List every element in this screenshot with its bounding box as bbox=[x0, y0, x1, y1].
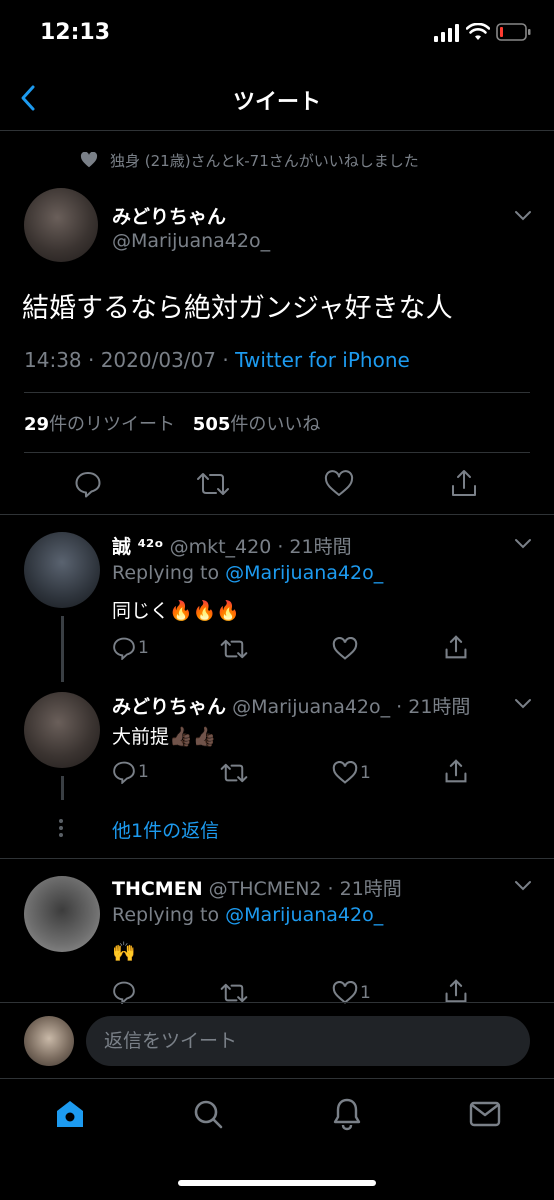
replying-to-link[interactable]: @Marijuana42o_ bbox=[225, 904, 383, 926]
reply-input[interactable] bbox=[86, 1016, 530, 1066]
thread-divider bbox=[0, 858, 554, 859]
reply-author-handle[interactable]: @THCMEN2 · 21時間 bbox=[209, 878, 402, 900]
header-divider bbox=[0, 130, 554, 131]
like-stat[interactable]: 505件のいいね bbox=[193, 414, 321, 435]
reply-button[interactable]: 1 bbox=[112, 636, 149, 660]
messages-icon[interactable] bbox=[469, 1100, 501, 1128]
page-title: ツイート bbox=[232, 90, 321, 115]
tabbar-divider bbox=[0, 1078, 554, 1079]
reply-author-handle[interactable]: @mkt_420 · 21時間 bbox=[170, 536, 352, 558]
share-button[interactable] bbox=[444, 758, 468, 784]
replying-to: Replying to @Marijuana42o_ bbox=[112, 562, 384, 584]
author-name[interactable]: みどりちゃん bbox=[112, 202, 226, 229]
tweet-stats: 29件のリツイート 505件のいいね bbox=[24, 410, 320, 436]
reply-header: THCMEN @THCMEN2 · 21時間 bbox=[112, 874, 402, 901]
like-icon[interactable] bbox=[324, 470, 354, 498]
more-dots-icon bbox=[58, 818, 64, 838]
avatar[interactable] bbox=[24, 188, 98, 262]
compose-divider bbox=[0, 1002, 554, 1003]
reply-icon[interactable] bbox=[74, 470, 102, 498]
reply-button[interactable] bbox=[112, 980, 136, 1004]
tweet-meta: 14:38 · 2020/03/07 · Twitter for iPhone bbox=[24, 348, 410, 372]
actions-divider bbox=[0, 514, 554, 515]
avatar[interactable] bbox=[24, 692, 100, 768]
tweet-source[interactable]: Twitter for iPhone bbox=[235, 348, 410, 372]
chevron-down-icon[interactable] bbox=[514, 538, 532, 550]
replying-to-link[interactable]: @Marijuana42o_ bbox=[225, 562, 383, 584]
reply-author-name[interactable]: THCMEN bbox=[112, 878, 203, 900]
notifications-icon[interactable] bbox=[331, 1097, 363, 1131]
chevron-down-icon[interactable] bbox=[514, 880, 532, 892]
reply-button[interactable]: 1 bbox=[112, 760, 149, 784]
stats-divider bbox=[24, 452, 530, 453]
reply-text: 大前提👍🏿👍🏿 bbox=[112, 726, 217, 748]
share-icon[interactable] bbox=[450, 468, 478, 498]
meta-divider bbox=[24, 392, 530, 393]
wifi-icon bbox=[466, 23, 490, 41]
avatar[interactable] bbox=[24, 876, 100, 952]
like-button[interactable]: 1 bbox=[332, 761, 371, 785]
share-button[interactable] bbox=[444, 634, 468, 660]
search-icon[interactable] bbox=[192, 1098, 224, 1130]
tweet-timestamp: 14:38 · 2020/03/07 · bbox=[24, 348, 236, 372]
thread-line bbox=[61, 776, 64, 800]
thread-line bbox=[61, 616, 64, 682]
like-button[interactable] bbox=[332, 637, 358, 661]
reply-author-handle[interactable]: @Marijuana42o_ · 21時間 bbox=[232, 696, 470, 718]
avatar[interactable] bbox=[24, 532, 100, 608]
liked-by-text[interactable]: 独身 (21歳)さんとk-71さんがいいねしました bbox=[110, 150, 419, 171]
author-handle[interactable]: @Marijuana42o_ bbox=[112, 230, 270, 252]
retweet-button[interactable] bbox=[220, 637, 248, 661]
signal-icon bbox=[434, 24, 460, 42]
replying-to: Replying to @Marijuana42o_ bbox=[112, 904, 384, 926]
retweet-button[interactable] bbox=[220, 761, 248, 785]
retweet-icon[interactable] bbox=[196, 470, 230, 498]
battery-icon bbox=[496, 22, 532, 42]
reply-author-name[interactable]: みどりちゃん bbox=[112, 696, 226, 718]
reply-header: みどりちゃん @Marijuana42o_ · 21時間 bbox=[112, 692, 470, 719]
home-indicator bbox=[178, 1180, 376, 1186]
status-time: 12:13 bbox=[40, 20, 111, 45]
avatar[interactable] bbox=[24, 1016, 74, 1066]
tweet-text: 結婚するなら絶対ガンジャ好きな人 bbox=[22, 293, 453, 324]
reply-author-name[interactable]: 誠 ⁴²ᵒ bbox=[112, 536, 164, 558]
reply-text: 🙌 bbox=[112, 941, 136, 963]
status-bar: 12:13 bbox=[0, 0, 554, 66]
more-replies-link[interactable]: 他1件の返信 bbox=[112, 816, 219, 843]
reply-header: 誠 ⁴²ᵒ @mkt_420 · 21時間 bbox=[112, 532, 352, 559]
retweet-stat[interactable]: 29件のリツイート bbox=[24, 414, 175, 435]
home-icon[interactable] bbox=[54, 1098, 86, 1130]
chevron-down-icon[interactable] bbox=[514, 210, 532, 222]
share-button[interactable] bbox=[444, 978, 468, 1004]
chevron-down-icon[interactable] bbox=[514, 698, 532, 710]
heart-icon bbox=[80, 152, 98, 168]
reply-text: 同じく🔥🔥🔥 bbox=[112, 600, 240, 622]
